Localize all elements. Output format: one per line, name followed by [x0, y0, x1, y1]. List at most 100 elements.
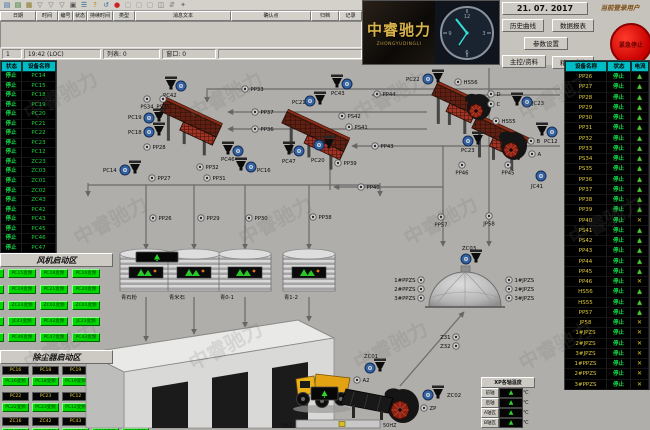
- sensor-PP44[interactable]: [374, 91, 380, 97]
- save-icon[interactable]: ▦: [24, 1, 34, 10]
- device-row[interactable]: 停止PC19: [1, 101, 56, 111]
- sensor-PS41[interactable]: [346, 124, 352, 130]
- sensor-PP29[interactable]: [198, 215, 204, 221]
- device-row[interactable]: 3#JPZS停止✕: [565, 349, 649, 359]
- device-row[interactable]: 停止ZC23: [1, 158, 56, 168]
- device-row[interactable]: JP58停止✕: [565, 318, 649, 328]
- sensor-HS55[interactable]: [493, 118, 499, 124]
- device-row[interactable]: PP33停止▲: [565, 144, 649, 154]
- sensor-PP26[interactable]: [150, 215, 156, 221]
- sensor-PS34[interactable]: [144, 96, 150, 102]
- sensor-B[interactable]: [528, 138, 534, 144]
- device-row[interactable]: PP39停止▲: [565, 205, 649, 215]
- sensor-2#JPZS[interactable]: [506, 286, 512, 292]
- device-row[interactable]: 停止PC20: [1, 110, 56, 120]
- device-row[interactable]: PP27停止▲: [565, 82, 649, 92]
- sensor-PP33[interactable]: [242, 86, 248, 92]
- storage-silo[interactable]: 青1-2: [283, 249, 335, 301]
- device-row[interactable]: PP36停止▲: [565, 175, 649, 185]
- device-row[interactable]: PS35停止▲: [565, 164, 649, 174]
- sensor-PP39[interactable]: [335, 160, 341, 166]
- fan-unit-ZC03[interactable]: ZC03: [461, 246, 482, 264]
- device-row[interactable]: PS42停止▲: [565, 236, 649, 246]
- list-icon[interactable]: ☰: [79, 1, 89, 10]
- data-report-button[interactable]: 数据报表: [552, 19, 594, 32]
- device-row[interactable]: 停止PC12: [1, 148, 56, 158]
- fan-unit-PC16[interactable]: PC16: [235, 158, 271, 175]
- sensor-PP40[interactable]: [358, 184, 364, 190]
- device-row[interactable]: 停止PC18: [1, 91, 56, 101]
- device-row[interactable]: 停止PC14: [1, 72, 56, 82]
- sensor-A[interactable]: [529, 151, 535, 157]
- ack-all-icon[interactable]: ▢: [145, 1, 155, 10]
- ack-icon[interactable]: ▢: [134, 1, 144, 10]
- fan-unit-ZC02[interactable]: ZC02: [423, 386, 461, 401]
- device-row[interactable]: PP40停止✕: [565, 216, 649, 226]
- device-row[interactable]: 停止PC43: [1, 215, 56, 225]
- message-list-icon[interactable]: ▤: [2, 1, 12, 10]
- fan-unit-PC47[interactable]: PC47: [282, 142, 304, 166]
- device-row[interactable]: PS41停止▲: [565, 226, 649, 236]
- sensor-PP57[interactable]: [438, 214, 444, 220]
- main-data-button[interactable]: 主控/资料: [502, 55, 546, 68]
- help-icon[interactable]: ?: [90, 1, 100, 10]
- font-icon[interactable]: ✦: [178, 1, 188, 10]
- sensor-PS42[interactable]: [339, 113, 345, 119]
- emergency-stop-button[interactable]: 紧急停止: [610, 23, 650, 65]
- refresh-icon[interactable]: ↺: [101, 1, 111, 10]
- sensor-PP28[interactable]: [144, 144, 150, 150]
- device-row[interactable]: PP38停止▲: [565, 195, 649, 205]
- device-row[interactable]: PP31停止▲: [565, 123, 649, 133]
- fan-unit-PC18[interactable]: PC18: [128, 123, 165, 138]
- device-row[interactable]: 1#PPZS停止✕: [565, 359, 649, 369]
- sensor-A2[interactable]: [354, 377, 360, 383]
- device-row[interactable]: PP45停止▲: [565, 267, 649, 277]
- window-icon[interactable]: ◫: [156, 1, 166, 10]
- sensor-PP36[interactable]: [252, 126, 258, 132]
- device-row[interactable]: PP32停止▲: [565, 134, 649, 144]
- history-curve-button[interactable]: 历史曲线: [502, 19, 544, 32]
- filter2-icon[interactable]: ▽: [46, 1, 56, 10]
- device-row[interactable]: 停止PC23: [1, 139, 56, 149]
- device-row[interactable]: 停止PC22: [1, 129, 56, 139]
- parameter-settings-button[interactable]: 参数设置: [524, 37, 568, 50]
- sensor-C[interactable]: [488, 101, 494, 107]
- crusher[interactable]: [499, 132, 527, 160]
- fan-unit-PC21[interactable]: PC21: [292, 92, 326, 107]
- sensor-3#JPZS[interactable]: [506, 295, 512, 301]
- frequency-slider[interactable]: 0HZ50HZ: [282, 420, 397, 429]
- device-row[interactable]: 停止PC42: [1, 206, 56, 216]
- fan-unit-JC41[interactable]: JC41: [530, 171, 546, 190]
- sensor-Z31[interactable]: [453, 334, 459, 340]
- filter-icon[interactable]: ▽: [35, 1, 45, 10]
- sensor-1#JPZS[interactable]: [506, 277, 512, 283]
- alarm-message-list[interactable]: [0, 21, 362, 48]
- device-row[interactable]: 停止PC46: [1, 234, 56, 244]
- device-row[interactable]: 停止PC15: [1, 82, 56, 92]
- sensor-PP30[interactable]: [246, 215, 252, 221]
- filter3-icon[interactable]: ▽: [57, 1, 67, 10]
- fan-unit-PC14[interactable]: PC14: [103, 161, 141, 176]
- device-row[interactable]: PS34停止▲: [565, 154, 649, 164]
- sensor-PP46[interactable]: [459, 162, 465, 168]
- device-row[interactable]: 停止ZC03: [1, 167, 56, 177]
- fan-unit-PC43[interactable]: PC43: [331, 75, 352, 98]
- sensor-PP37[interactable]: [252, 109, 258, 115]
- device-row[interactable]: PP43停止▲: [565, 246, 649, 256]
- device-row[interactable]: 停止PC45: [1, 225, 56, 235]
- device-row[interactable]: HS55停止▲: [565, 298, 649, 308]
- stop-icon[interactable]: ●: [112, 1, 122, 10]
- sensor-PP32[interactable]: [197, 164, 203, 170]
- device-row[interactable]: PP26停止▲: [565, 72, 649, 82]
- device-row[interactable]: PP29停止▲: [565, 103, 649, 113]
- sensor-D[interactable]: [488, 91, 494, 97]
- device-row[interactable]: PP46停止✕: [565, 277, 649, 287]
- device-row[interactable]: 3#PPZS停止✕: [565, 380, 649, 390]
- sensor-3#PPZS[interactable]: [418, 295, 424, 301]
- fan-unit-ZC01[interactable]: ZC01: [364, 354, 386, 373]
- fan-unit-PC19[interactable]: PC19: [128, 109, 165, 124]
- sort-icon[interactable]: ⇵: [167, 1, 177, 10]
- device-row[interactable]: 停止ZC02: [1, 187, 56, 197]
- sensor-ZP[interactable]: [421, 405, 427, 411]
- sensor-HS56[interactable]: [455, 79, 461, 85]
